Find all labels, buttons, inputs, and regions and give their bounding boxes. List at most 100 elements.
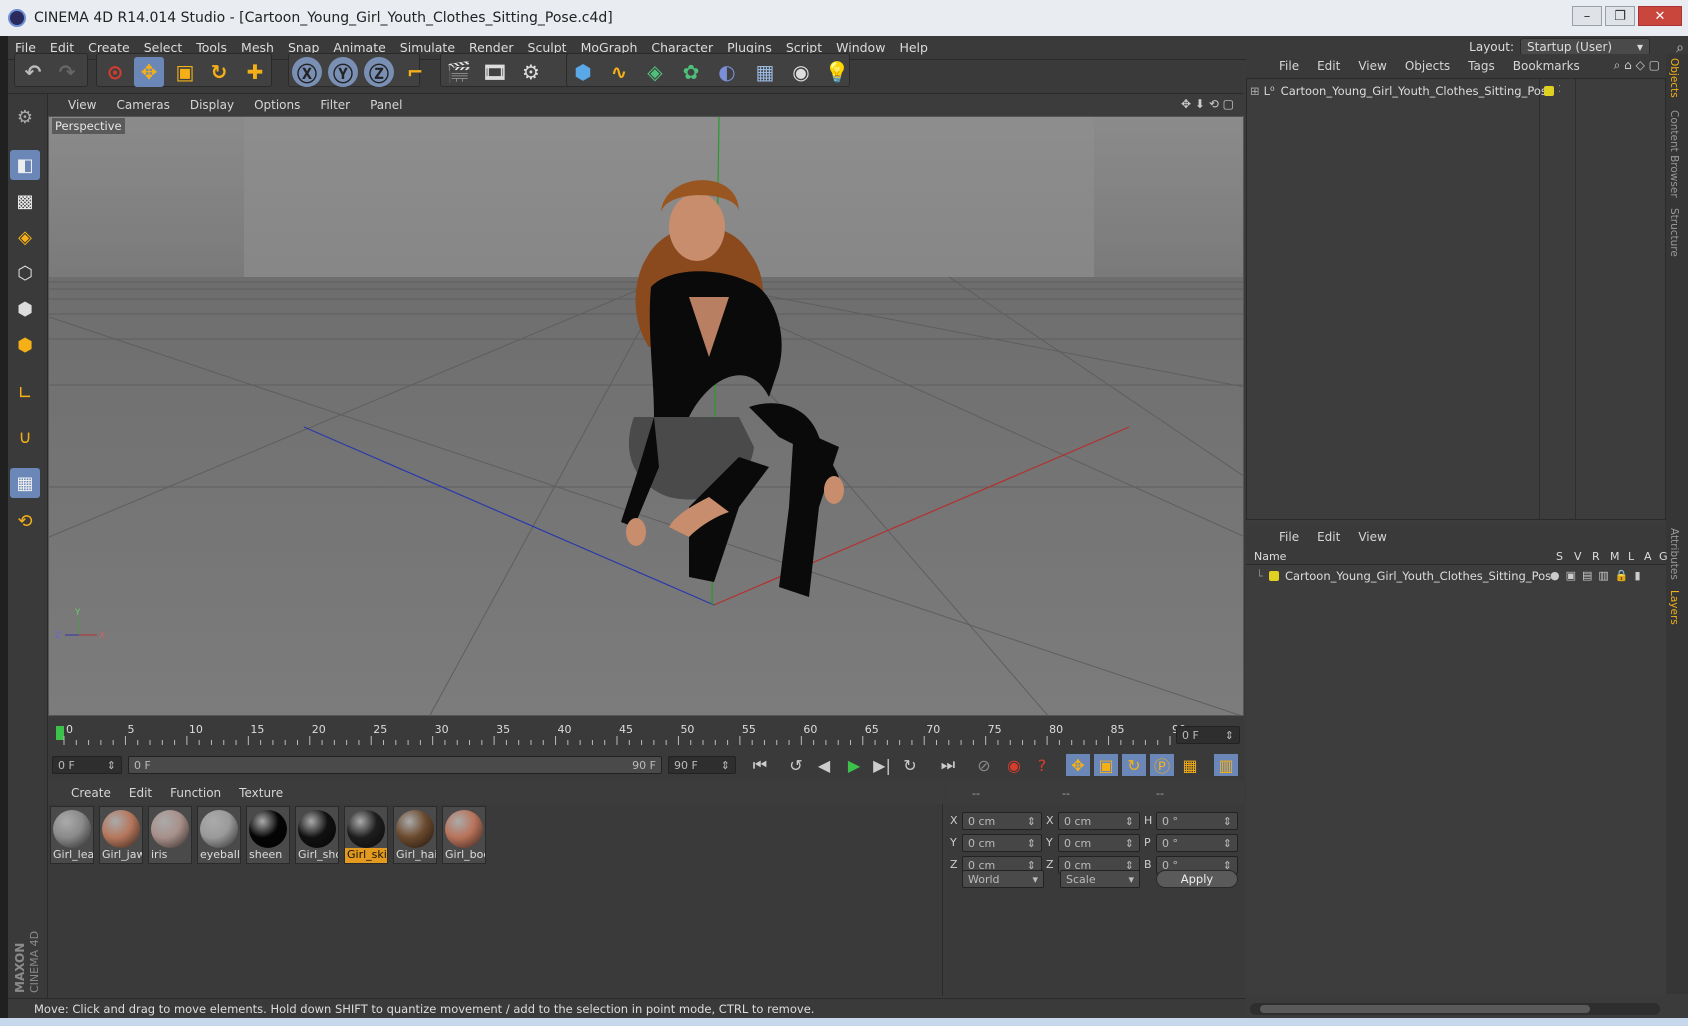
col-locked[interactable]: L xyxy=(1628,550,1634,563)
render-view-icon[interactable]: 🎬 xyxy=(444,57,474,87)
menu-help[interactable]: Help xyxy=(892,40,935,55)
layer-flags-icons[interactable]: ●▣▤▥🔒▮ xyxy=(1550,569,1647,582)
texture-mode-icon[interactable]: ▩ xyxy=(10,186,40,216)
tab-objects[interactable]: Objects xyxy=(1668,58,1680,98)
layers-menu-edit[interactable]: Edit xyxy=(1308,530,1349,544)
go-to-end-icon[interactable]: ⏭ xyxy=(936,754,960,776)
next-key-icon[interactable]: ↻ xyxy=(898,754,922,776)
position-field[interactable]: 0 cm ⇕ xyxy=(962,812,1042,830)
axis-mode-icon[interactable]: ∟ xyxy=(10,378,40,408)
position-track-icon[interactable]: ✥ xyxy=(1066,754,1090,776)
viewport-menu-display[interactable]: Display xyxy=(180,98,244,112)
material-menu-edit[interactable]: Edit xyxy=(120,786,161,800)
objects-menu-tags[interactable]: Tags xyxy=(1459,59,1504,73)
floor-icon[interactable]: ▦ xyxy=(750,57,780,87)
viewport-menu-view[interactable]: View xyxy=(58,98,106,112)
tab-content-browser[interactable]: Content Browser xyxy=(1668,110,1680,198)
minimize-button[interactable]: – xyxy=(1572,6,1602,26)
layer-name[interactable]: Cartoon_Young_Girl_Youth_Clothes_Sitting… xyxy=(1285,569,1558,583)
col-manager[interactable]: M xyxy=(1610,550,1620,563)
cube-icon[interactable]: ⬢ xyxy=(568,57,598,87)
viewport-nav-icons[interactable]: ✥ ⬇ ⟲ ▢ xyxy=(1181,97,1234,111)
polygons-mode-icon[interactable]: ⬢ xyxy=(10,330,40,360)
autokey-icon[interactable]: ◉ xyxy=(1002,754,1026,776)
start-frame-field[interactable]: 0 F ⇕ xyxy=(52,756,122,774)
make-editable-icon[interactable]: ⚙ xyxy=(10,102,40,132)
3d-viewport[interactable]: Y X Z xyxy=(48,116,1244,716)
objects-toolbar-icons[interactable]: ⌕ ⌂ ◇ ▢ xyxy=(1614,58,1660,73)
move-tool-icon[interactable]: ✥ xyxy=(134,57,164,87)
size-field[interactable]: 0 cm ⇕ xyxy=(1058,834,1140,852)
grid-lock-icon[interactable]: ▦ xyxy=(10,468,40,498)
viewport-menu-cameras[interactable]: Cameras xyxy=(106,98,179,112)
material-swatch[interactable]: iris xyxy=(148,806,192,864)
frame-range-slider[interactable]: 0 F 90 F xyxy=(128,756,662,774)
render-settings-icon[interactable]: ⚙ xyxy=(516,57,546,87)
current-frame-field[interactable]: 0 F ⇕ xyxy=(1176,726,1240,744)
scrollbar-thumb[interactable] xyxy=(1260,1005,1590,1013)
col-name[interactable]: Name xyxy=(1254,550,1286,563)
keyframe-selection-icon[interactable]: ? xyxy=(1030,754,1054,776)
mograph-icon[interactable]: ✿ xyxy=(676,57,706,87)
spline-icon[interactable]: ∿ xyxy=(604,57,634,87)
objects-menu-bookmarks[interactable]: Bookmarks xyxy=(1504,59,1589,73)
layers-menu-view[interactable]: View xyxy=(1349,530,1395,544)
coordinate-system-icon[interactable]: ⌐ xyxy=(400,57,430,87)
play-icon[interactable]: ▶ xyxy=(842,754,866,776)
viewport-menu-options[interactable]: Options xyxy=(244,98,310,112)
x-axis-lock-icon[interactable]: Ⓧ xyxy=(292,57,322,87)
objects-menu-edit[interactable]: Edit xyxy=(1308,59,1349,73)
rotation-field[interactable]: 0 ° ⇕ xyxy=(1156,812,1238,830)
layer-color-swatch[interactable] xyxy=(1268,571,1279,581)
previous-key-icon[interactable]: ↺ xyxy=(784,754,808,776)
timeline-window-icon[interactable]: ▥ xyxy=(1214,754,1238,776)
scale-track-icon[interactable]: ▣ xyxy=(1094,754,1118,776)
model-mode-icon[interactable]: ◧ xyxy=(10,150,40,180)
soft-selection-icon[interactable]: ⟲ xyxy=(10,506,40,536)
render-picture-viewer-icon[interactable]: 🎞 xyxy=(480,57,510,87)
workplane-icon[interactable]: ◈ xyxy=(10,222,40,252)
col-solo[interactable]: S xyxy=(1556,550,1563,563)
visibility-dots-icon[interactable]: ⁚ xyxy=(1558,84,1561,95)
parameter-track-icon[interactable]: Ⓟ xyxy=(1150,754,1174,776)
next-frame-icon[interactable]: ▶| xyxy=(870,754,894,776)
restore-button[interactable]: ❐ xyxy=(1605,6,1635,26)
material-menu-create[interactable]: Create xyxy=(62,786,120,800)
end-frame-field[interactable]: 90 F ⇕ xyxy=(668,756,736,774)
layers-horizontal-scrollbar[interactable] xyxy=(1250,1003,1660,1015)
expand-icon[interactable]: ⊞ xyxy=(1250,84,1260,98)
layer-color-swatch[interactable] xyxy=(1544,86,1554,96)
col-generators[interactable]: G xyxy=(1659,550,1668,563)
viewport-menu-panel[interactable]: Panel xyxy=(360,98,412,112)
material-swatch[interactable]: Girl_jaw xyxy=(99,806,143,864)
subdivision-icon[interactable]: ◈ xyxy=(640,57,670,87)
apply-button[interactable]: Apply xyxy=(1156,870,1238,888)
scale-tool-icon[interactable]: ▣ xyxy=(170,57,200,87)
points-mode-icon[interactable]: ⬡ xyxy=(10,258,40,288)
material-swatch[interactable]: Girl_leas xyxy=(50,806,94,864)
previous-frame-icon[interactable]: ◀ xyxy=(812,754,836,776)
edges-mode-icon[interactable]: ⬢ xyxy=(10,294,40,324)
col-view[interactable]: V xyxy=(1574,550,1582,563)
material-swatch[interactable]: sheen xyxy=(246,806,290,864)
material-swatch[interactable]: eyeball xyxy=(197,806,241,864)
viewport-menu-filter[interactable]: Filter xyxy=(310,98,360,112)
tab-structure[interactable]: Structure xyxy=(1668,208,1680,257)
objects-menu-objects[interactable]: Objects xyxy=(1396,59,1459,73)
col-animation[interactable]: A xyxy=(1644,550,1652,563)
objects-menu-file[interactable]: File xyxy=(1270,59,1308,73)
rotate-tool-icon[interactable]: ↻ xyxy=(204,57,234,87)
rotation-field[interactable]: 0 ° ⇕ xyxy=(1156,834,1238,852)
point-level-animation-icon[interactable]: ▦ xyxy=(1178,754,1202,776)
coordinate-mode-dropdown[interactable]: World ▾ xyxy=(962,870,1044,888)
camera-icon[interactable]: ◉ xyxy=(786,57,816,87)
live-selection-icon[interactable]: ⊙ xyxy=(100,57,130,87)
close-button[interactable]: ✕ xyxy=(1638,6,1682,26)
material-menu-texture[interactable]: Texture xyxy=(230,786,292,800)
rotation-track-icon[interactable]: ↻ xyxy=(1122,754,1146,776)
y-axis-lock-icon[interactable]: Ⓨ xyxy=(328,57,358,87)
add-icon[interactable]: ✚ xyxy=(240,57,270,87)
material-swatch[interactable]: Girl_hai xyxy=(393,806,437,864)
record-keys-icon[interactable]: ⊘ xyxy=(972,754,996,776)
object-row[interactable]: ⊞ L⁰ Cartoon_Young_Girl_Youth_Clothes_Si… xyxy=(1250,82,1660,100)
